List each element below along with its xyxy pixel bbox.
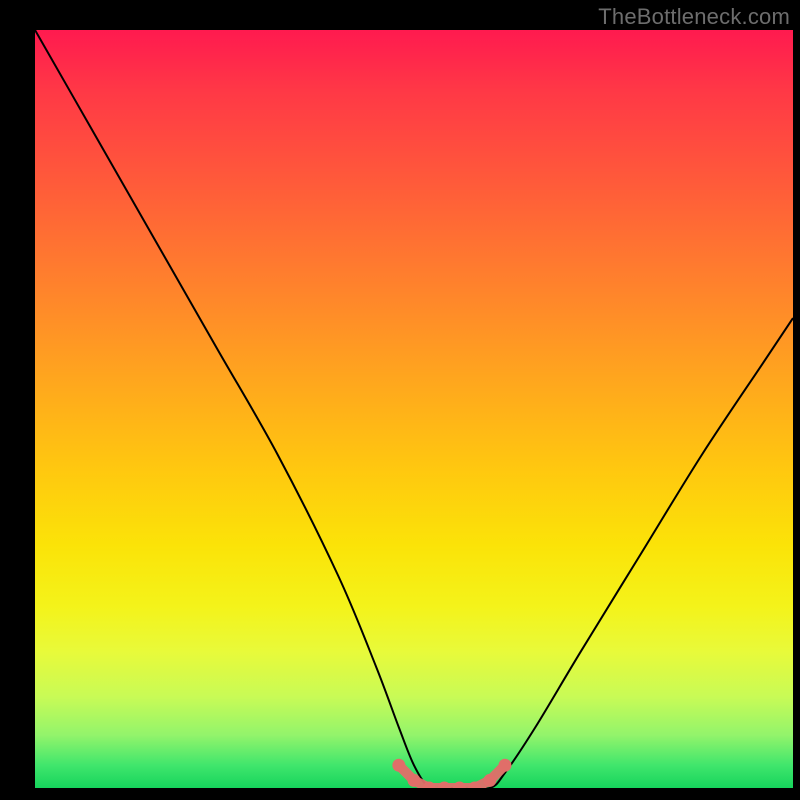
optimal-band-dot [392,759,405,772]
optimal-band-dot [498,759,511,772]
bottleneck-curve-path [35,30,793,788]
chart-frame: TheBottleneck.com [0,0,800,800]
optimal-band-dot [408,774,421,787]
bottleneck-curve [35,30,793,788]
optimal-band [392,759,511,788]
watermark-text: TheBottleneck.com [598,4,790,30]
optimal-band-dot [483,774,496,787]
chart-overlay [35,30,793,788]
optimal-band-dot [438,782,451,789]
optimal-band-dot [453,782,466,789]
